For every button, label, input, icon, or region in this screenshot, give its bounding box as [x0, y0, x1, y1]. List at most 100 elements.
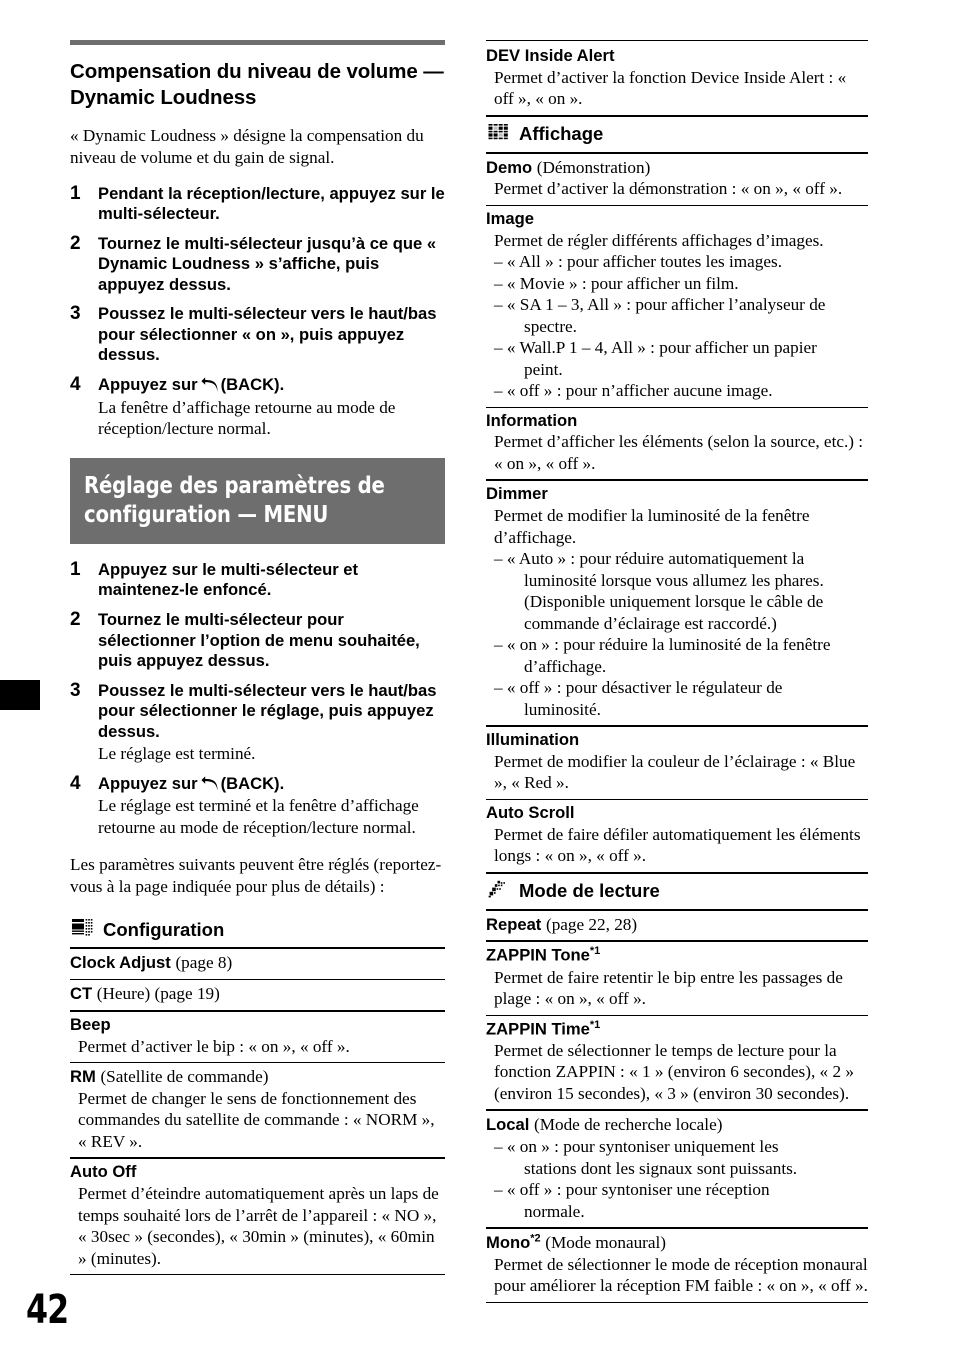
display-panel-icon [72, 918, 94, 941]
back-icon [200, 776, 218, 791]
menu-sub-cont: normale. [524, 1201, 585, 1221]
step-number: 2 [70, 232, 81, 254]
menu-term-name: Auto Off [70, 1162, 137, 1182]
menu-description: Permet d’activer la fonction Device Insi… [494, 67, 847, 109]
menu-description: Permet d’afficher les éléments (selon la… [494, 432, 864, 473]
menu-description: Permet d’activer le bip : « on », « off … [78, 1036, 350, 1056]
menu-term: ZAPPIN Tone*1 [486, 945, 868, 966]
menu-entry: Information Permet d’afficher les élémen… [486, 406, 868, 480]
menu-term-name: Illumination [486, 730, 580, 750]
menu-term: Demo (Démonstration) [486, 157, 868, 179]
menu-term: Auto Scroll [486, 803, 868, 824]
back-icon [200, 377, 218, 392]
step-text: Poussez le multi-sélecteur vers le haut/… [98, 680, 437, 741]
step-item: 3 Poussez le multi-sélecteur vers le hau… [70, 679, 445, 765]
menu-sub-text: – « off » : pour syntoniser une réceptio… [494, 1180, 770, 1200]
document-page: 42 Compensation du niveau de volume — Dy… [0, 0, 954, 1352]
menu-entry: Demo (Démonstration) Permet d’activer la… [486, 151, 868, 205]
menu-sub-text: – « Auto » : pour réduire automatiquemen… [494, 549, 805, 569]
menu-sub-text: – « Wall.P 1 – 4, All » : pour afficher … [494, 338, 817, 358]
menu-sub-text: – « SA 1 – 3, All » : pour afficher l’an… [494, 295, 826, 315]
menu-sub-cont: peint. [524, 359, 563, 379]
step-text-after: (BACK). [220, 773, 285, 793]
menu-term-name: DEV Inside Alert [486, 46, 615, 65]
menu-entry: CT (Heure) (page 19) [70, 979, 445, 1010]
banner-title: Réglage des paramètres de configuration … [84, 470, 385, 528]
playback-mode-icon [488, 880, 510, 903]
step-note: Le réglage est terminé. [98, 744, 256, 764]
menu-term: RM (Satellite de commande) [70, 1066, 445, 1088]
footnote-marker: *1 [589, 1018, 601, 1031]
step-text: Poussez le multi-sélecteur vers le haut/… [98, 304, 437, 365]
menu-sub-text: – « on » : pour syntoniser uniquement le… [494, 1137, 779, 1157]
section-header-affichage: Affichage [486, 114, 868, 152]
menu-term-name: Local [486, 1115, 530, 1135]
menu-sub-cont: luminosité lorsque vous allumez les phar… [524, 570, 824, 633]
menu-term-name: Beep [70, 1014, 111, 1034]
menu-entry: Auto Off Permet d’éteindre automatiqueme… [70, 1157, 445, 1274]
right-column: DEV Inside Alert Permet d’activer la fon… [486, 40, 868, 1303]
menu-sub-item: – « off » : pour n’afficher aucune image… [494, 380, 868, 402]
menu-term: ZAPPIN Time*1 [486, 1019, 868, 1040]
edge-thumb-tab [0, 680, 40, 710]
step-number: 4 [70, 772, 81, 794]
step-text: Pendant la réception/lecture, appuyez su… [98, 183, 445, 224]
menu-description: Permet d’activer la démonstration : « on… [494, 179, 843, 199]
menu-entry: Illumination Permet de modifier la coule… [486, 725, 868, 799]
page-number: 42 [26, 1287, 69, 1333]
menu-sub-item: – « Wall.P 1 – 4, All » : pour afficher … [494, 337, 868, 380]
menu-term-name: ZAPPIN Time [486, 1019, 590, 1039]
menu-description: Permet de modifier la luminosité de la f… [494, 506, 810, 547]
left-column: Compensation du niveau de volume — Dynam… [70, 40, 445, 1276]
menu-term: Dimmer [486, 484, 868, 505]
menu-description: Permet de sélectionner le mode de récept… [494, 1254, 868, 1296]
step-number: 3 [70, 679, 81, 701]
menu-term-name: Auto Scroll [486, 802, 575, 822]
menu-sub-item: – « on » : pour syntoniser uniquement le… [494, 1136, 868, 1179]
menu-description-block: Permet de régler différents affichages d… [486, 230, 868, 402]
menu-term-name: Clock Adjust [70, 953, 171, 973]
menu-term-name: Dimmer [486, 484, 548, 504]
step-item: 2 Tournez le multi-sélecteur pour sélect… [70, 609, 445, 672]
menu-entry: Image Permet de régler différents affich… [486, 204, 868, 407]
step-text-with-icon: Appuyez sur (BACK). [98, 375, 445, 396]
step-note: La fenêtre d’affichage retourne au mode … [98, 397, 396, 439]
menu-term-name: Mono [486, 1233, 531, 1253]
menu-sub-cont: spectre. [524, 316, 577, 336]
menu-sub-item: – « off » : pour syntoniser une réceptio… [494, 1179, 868, 1222]
menu-sub-item: – « Auto » : pour réduire automatiquemen… [494, 548, 868, 634]
menu-term: Beep [70, 1015, 445, 1036]
menu-term-name: RM [70, 1067, 96, 1087]
step-item: 4 Appuyez sur (BACK). La fenêtre d’affich… [70, 374, 445, 440]
menu-group-continued: DEV Inside Alert Permet d’activer la fon… [486, 40, 868, 115]
step-item: 3 Poussez le multi-sélecteur vers le hau… [70, 303, 445, 366]
menu-term: Illumination [486, 730, 868, 751]
step-note: Le réglage est terminé et la fenêtre d’a… [98, 796, 419, 837]
menu-term-name: ZAPPIN Tone [486, 945, 590, 965]
step-number: 3 [70, 303, 81, 325]
step-text: Appuyez sur le multi-sélecteur et mainte… [98, 559, 359, 600]
section-header-mode-de-lecture: Mode de lecture [486, 871, 868, 909]
step-item: 2 Tournez le multi-sélecteur jusqu’à ce … [70, 232, 445, 296]
menu-entry: ZAPPIN Tone*1 Permet de faire retentir l… [486, 940, 868, 1014]
step-text-before: Appuyez sur [98, 773, 198, 793]
section-title: Configuration [103, 918, 225, 940]
step-text: Tournez le multi-sélecteur pour sélectio… [98, 609, 420, 671]
step-item: 1 Pendant la réception/lecture, appuyez … [70, 183, 445, 225]
menu-term: Clock Adjust (page 8) [70, 952, 445, 974]
menu-sub-text: – « on » : pour réduire la luminosité de… [494, 635, 831, 655]
menu-group-bottom-rule [70, 1274, 445, 1276]
menu-term: Local (Mode de recherche locale) [486, 1114, 868, 1136]
menu-sub-text: – « Movie » : pour afficher un film. [494, 273, 739, 293]
menu-term-note: (page 22, 28) [545, 914, 638, 934]
menu-description: Permet de faire retentir le bip entre le… [494, 967, 843, 1009]
step-item: 4 Appuyez sur (BACK). Le réglage est term… [70, 772, 445, 839]
menu-sub-text: – « All » : pour afficher toutes les ima… [494, 252, 782, 272]
section-title: Affichage [519, 123, 604, 145]
section-banner-menu: Réglage des paramètres de configuration … [70, 457, 445, 544]
menu-entry: RM (Satellite de commande) Permet de cha… [70, 1062, 445, 1157]
menu-term: Image [486, 209, 868, 230]
menu-term-name: Repeat [486, 914, 542, 934]
step-text: Tournez le multi-sélecteur jusqu’à ce qu… [98, 233, 437, 294]
menu-term-note: (Mode de recherche locale) [533, 1115, 723, 1135]
